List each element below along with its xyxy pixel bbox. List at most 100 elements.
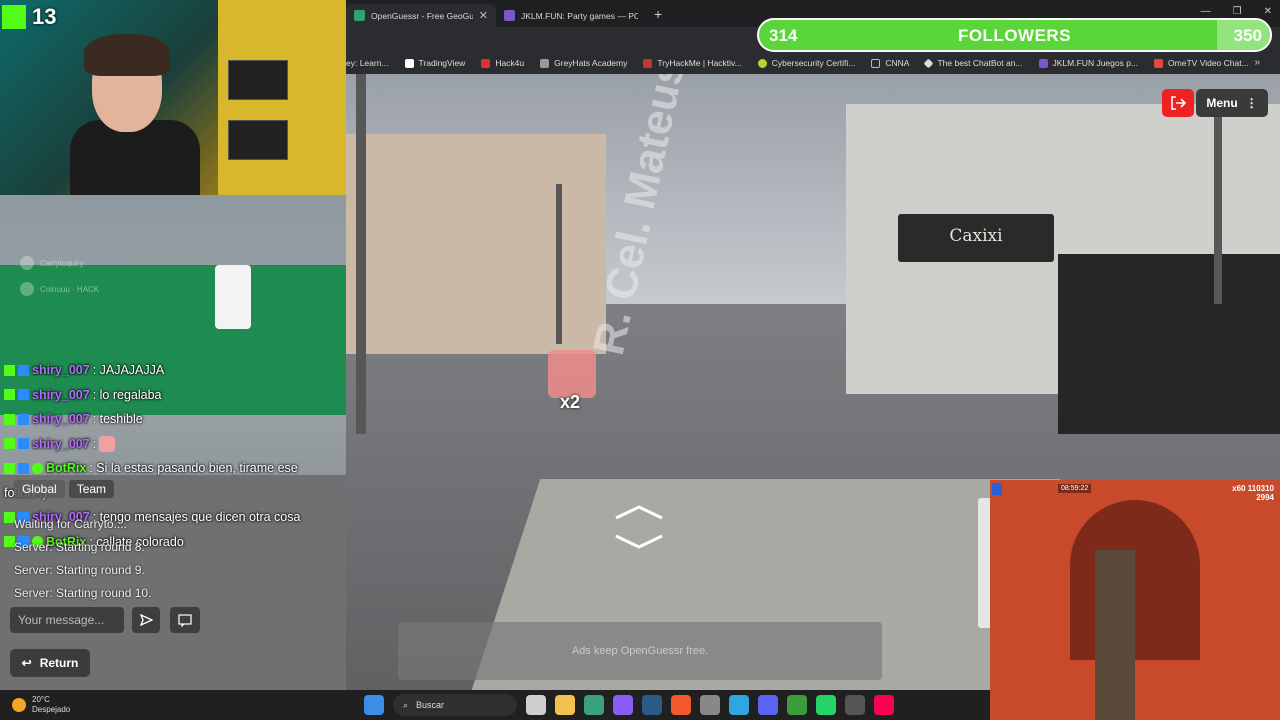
bookmark-item[interactable]: Hack4u [481, 58, 524, 68]
tab-jklm[interactable]: JKLM.FUN: Party games — PC & Sma [496, 4, 646, 27]
telegram-icon[interactable] [729, 695, 749, 715]
new-tab-icon[interactable]: + [654, 6, 662, 22]
chat-line: Waiting for Carryto.... [14, 516, 127, 531]
window-controls: — ❐ ✕ [1201, 6, 1272, 17]
tab-label: JKLM.FUN: Party games — PC & Sma [521, 10, 638, 21]
jklm-favicon-icon [504, 10, 515, 21]
chat-text: : teshible [92, 412, 143, 427]
xbox-icon[interactable] [787, 695, 807, 715]
chat-line: Server: Starting round 10. [14, 585, 152, 600]
return-icon: ↩ [21, 656, 32, 670]
menu-label: Menu [1206, 96, 1238, 110]
bookmark-label: JKLM.FUN Juegos p... [1052, 58, 1139, 68]
kick-badge-icon [4, 438, 15, 450]
chat-bubble-icon [178, 613, 192, 627]
chat-options-button[interactable] [170, 607, 200, 633]
bookmark-item[interactable]: TryHackMe | Hacktiv... [643, 58, 742, 68]
bookmark-label: ey: Learn... [346, 58, 389, 68]
bookmark-item[interactable]: GreyHats Academy [540, 58, 627, 68]
tab-global[interactable]: Global [14, 480, 65, 498]
bookmark-label: CNNA [885, 58, 910, 68]
hud-coins: 2994 [1256, 493, 1274, 502]
bookmark-item[interactable]: The best ChatBot an... [924, 58, 1023, 68]
chat-message: BotRix: Si la estas pasando bien, tirame… [4, 456, 344, 481]
tunnel [1070, 500, 1200, 660]
bookmark-item[interactable]: CNNA [871, 58, 909, 68]
avatar [20, 282, 34, 296]
tradingview-icon [404, 58, 414, 68]
no-parking-sign [215, 265, 251, 329]
bookmark-item[interactable]: TradingView [404, 58, 466, 68]
restore-icon[interactable]: ❐ [1233, 6, 1242, 17]
chat-message: shiry_007: teshible [4, 407, 344, 432]
chat-username[interactable]: shiry_007 [32, 363, 90, 377]
verified-badge-icon [18, 438, 29, 450]
send-button[interactable] [132, 607, 160, 633]
return-label: Return [39, 656, 79, 670]
return-button[interactable]: ↩ Return [10, 649, 90, 677]
chatgpt-icon[interactable] [700, 695, 720, 715]
task-view-icon[interactable] [526, 695, 546, 715]
vscode-icon[interactable] [584, 695, 604, 715]
chat-username[interactable]: shiry_007 [32, 388, 90, 402]
chat-username[interactable]: shiry_007 [32, 412, 90, 426]
ometv-icon [1154, 58, 1164, 68]
bookmark-label: GreyHats Academy [554, 58, 628, 68]
bookmark-item[interactable]: OmeTV Video Chat... [1154, 58, 1249, 68]
chat-message: shiry_007: lo regalaba [4, 383, 344, 408]
file-explorer-icon[interactable] [555, 695, 575, 715]
weather-widget[interactable]: 20°C Despejado [12, 695, 70, 715]
taskbar-search[interactable]: ⌕ Buscar [393, 694, 517, 716]
chat-username[interactable]: BotRix [46, 461, 86, 475]
steam-icon[interactable] [642, 695, 662, 715]
bookmark-item[interactable]: JKLM.FUN Juegos p... [1038, 58, 1139, 68]
move-back-arrow-icon[interactable] [614, 534, 664, 550]
bookmark-item[interactable]: ey: Learn... [346, 58, 389, 68]
hud-multiplier: x60 [1232, 484, 1246, 493]
close-window-icon[interactable]: ✕ [1264, 6, 1272, 17]
tab-label: OpenGuessr - Free GeoGuessr A [371, 10, 473, 21]
player-name: Carrytoquiry [40, 258, 84, 268]
bot-badge-icon [32, 462, 43, 474]
tab-team[interactable]: Team [68, 480, 115, 498]
exit-button[interactable] [1162, 89, 1194, 117]
chat-message-input[interactable] [10, 607, 124, 633]
bookmark-label: TradingView [418, 58, 466, 68]
minimize-icon[interactable]: — [1201, 6, 1211, 17]
chat-username[interactable]: shiry_007 [32, 437, 90, 451]
shop-sign: Caxixi [898, 214, 1054, 262]
ad-placeholder: Ads keep OpenGuessr free. [398, 622, 882, 680]
weather-condition: Despejado [32, 705, 71, 714]
close-tab-icon[interactable]: ✕ [479, 9, 488, 22]
chat-text: : JAJAJAJJA [92, 363, 165, 378]
verified-badge-icon [18, 413, 29, 425]
bookmark-label: OmeTV Video Chat... [1168, 58, 1249, 68]
pause-icon [992, 483, 1002, 495]
gpu-box [228, 60, 288, 100]
capcut-icon[interactable] [845, 695, 865, 715]
cybersecurity-icon [757, 58, 767, 68]
brave-icon[interactable] [671, 695, 691, 715]
avatar [20, 256, 34, 270]
temperature: 20°C [32, 695, 50, 704]
whatsapp-icon[interactable] [816, 695, 836, 715]
more-bookmarks-icon[interactable]: » [1254, 57, 1260, 68]
hack4u-icon [481, 58, 491, 68]
windows-start-icon[interactable] [364, 695, 384, 715]
obsidian-icon[interactable] [613, 695, 633, 715]
tiktok-icon[interactable] [874, 695, 894, 715]
goal-target: 350 [1233, 26, 1262, 45]
shop-name: Caxixi [949, 226, 1003, 246]
discord-icon[interactable] [758, 695, 778, 715]
tab-openguessr[interactable]: OpenGuessr - Free GeoGuessr A ✕ [346, 4, 496, 27]
search-placeholder: Buscar [416, 700, 445, 710]
bookmark-item[interactable]: Cybersecurity Certifi... [757, 58, 855, 68]
move-forward-arrow-icon[interactable] [614, 504, 664, 520]
screen: Caxixi R. Cel. Mateus Con x2 Menu ⋮ Ads … [0, 0, 1280, 720]
menu-button[interactable]: Menu ⋮ [1196, 89, 1268, 117]
chat-text: : Si la estas pasando bien, tirame ese [89, 461, 298, 476]
webcam-overlay: 13 [0, 0, 346, 195]
side-panel-edge [978, 498, 990, 628]
dark-wall [1058, 254, 1280, 434]
pin-marker [548, 350, 596, 398]
